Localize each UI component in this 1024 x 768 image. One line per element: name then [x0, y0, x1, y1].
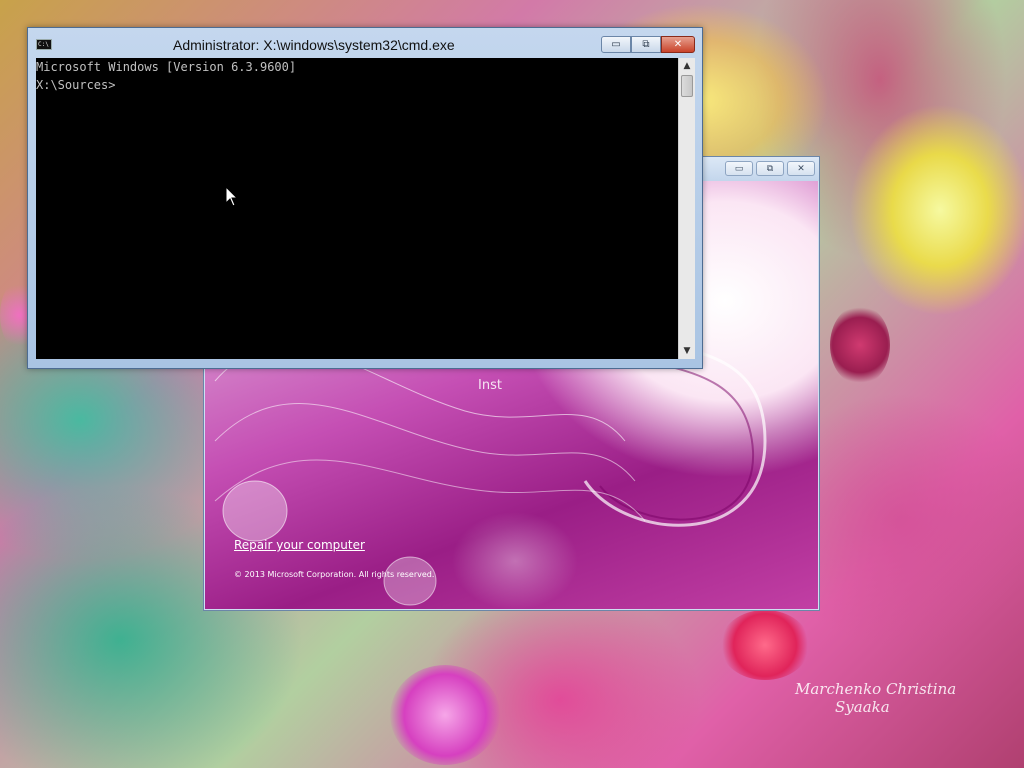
console-line: Microsoft Windows [Version 6.3.9600] [36, 60, 297, 74]
wallpaper-flower [390, 665, 500, 765]
install-now-text: Inst [478, 378, 502, 393]
cmd-close-button[interactable]: ✕ [661, 36, 695, 53]
scroll-up-arrow-icon[interactable]: ▲ [679, 58, 695, 74]
wallpaper-flower [830, 305, 890, 385]
wallpaper-signature: Marchenko Christina Syaaka [795, 680, 956, 716]
signature-line-2: Syaaka [835, 698, 890, 716]
repair-your-computer-link[interactable]: Repair your computer [234, 538, 365, 552]
wallpaper-flower [720, 610, 810, 680]
scrollbar-thumb[interactable] [681, 75, 693, 97]
cmd-console-area[interactable]: Microsoft Windows [Version 6.3.9600] X:\… [36, 58, 678, 359]
setup-minimize-button[interactable]: ▭ [725, 161, 753, 176]
cmd-app-icon[interactable]: C:\ [36, 39, 52, 50]
cmd-window-title: Administrator: X:\windows\system32\cmd.e… [173, 37, 455, 53]
cmd-vertical-scrollbar[interactable]: ▲ ▼ [678, 58, 695, 359]
cmd-minimize-button[interactable]: ▭ [601, 36, 631, 53]
setup-restore-button[interactable]: ⧉ [756, 161, 784, 176]
cmd-title-bar[interactable]: C:\ Administrator: X:\windows\system32\c… [28, 28, 702, 58]
signature-line-1: Marchenko Christina [795, 680, 957, 698]
cmd-window[interactable]: C:\ Administrator: X:\windows\system32\c… [27, 27, 703, 369]
copyright-text: © 2013 Microsoft Corporation. All rights… [234, 570, 435, 579]
scroll-down-arrow-icon[interactable]: ▼ [679, 343, 695, 359]
cmd-restore-button[interactable]: ⧉ [631, 36, 661, 53]
setup-close-button[interactable]: ✕ [787, 161, 815, 176]
console-prompt-line: X:\Sources> [36, 78, 116, 92]
